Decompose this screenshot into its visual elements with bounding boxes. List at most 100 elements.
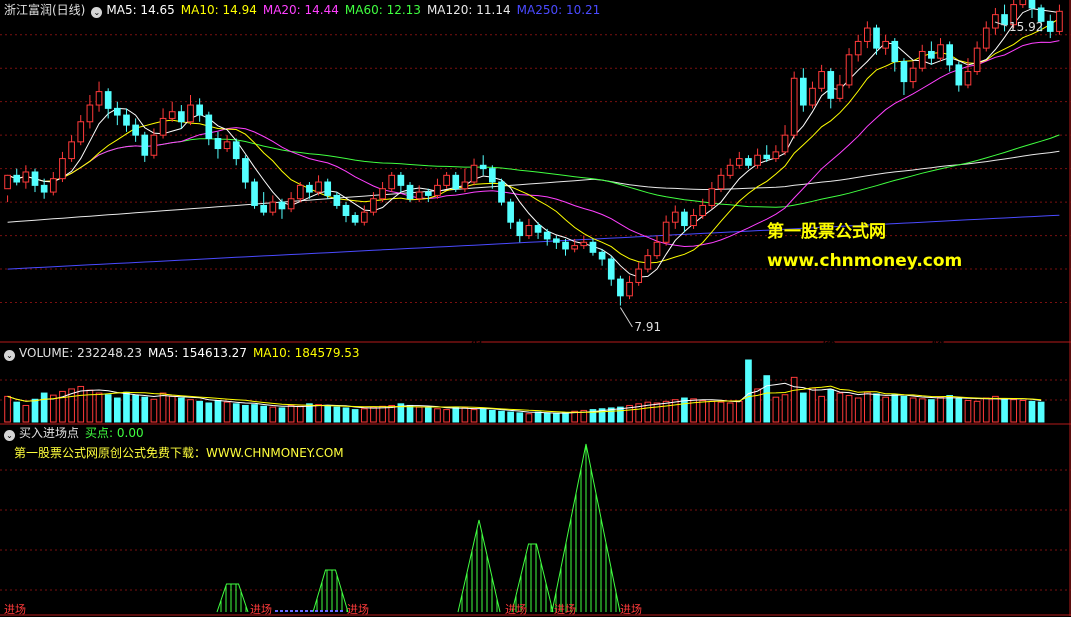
candle — [799, 77, 807, 106]
candle — [918, 50, 926, 69]
volume-bar — [516, 412, 524, 423]
volume-bar — [827, 389, 835, 423]
volume-bar — [415, 406, 423, 423]
candle — [836, 84, 844, 99]
collapse-icon[interactable]: ⌄ — [4, 430, 15, 441]
candle — [790, 77, 798, 136]
volume-bar — [818, 395, 825, 423]
candle — [287, 198, 295, 210]
candle — [754, 154, 761, 166]
indicator-panel-header: ⌄ 买入进场点 买点: 0.00 — [4, 425, 150, 441]
candle — [644, 255, 652, 270]
candle — [68, 141, 75, 160]
candle — [690, 214, 697, 227]
candle — [763, 154, 771, 160]
candle — [498, 181, 505, 203]
volume-bar — [982, 397, 990, 423]
candle — [534, 225, 542, 233]
volume-bar — [150, 398, 158, 423]
candle — [306, 184, 313, 193]
event-marker[interactable]: 減 — [932, 329, 944, 346]
volume-bar — [662, 400, 670, 423]
candle — [296, 184, 304, 200]
volume-bar — [562, 412, 569, 423]
volume-bar — [159, 392, 167, 423]
candle — [424, 191, 432, 196]
volume-bar — [205, 402, 213, 423]
volume-bar — [461, 407, 469, 423]
candle — [187, 104, 194, 123]
volume-bar — [424, 407, 432, 423]
volume-bar — [360, 408, 368, 423]
volume-bar — [278, 407, 286, 423]
volume-value: VOLUME: 232248.23 — [19, 346, 142, 360]
volume-bar — [992, 395, 999, 423]
candle — [168, 111, 176, 119]
volume-bar — [763, 375, 771, 423]
volume-bar — [900, 395, 908, 423]
candle — [507, 201, 514, 223]
low-label: 7.91 — [634, 320, 661, 334]
volume-bar — [525, 413, 533, 423]
candle — [489, 168, 496, 183]
volume-bar — [726, 402, 734, 423]
candle — [379, 188, 386, 200]
event-marker[interactable]: 涨 — [823, 329, 835, 346]
candle — [516, 221, 524, 237]
indicator-note: 第一股票公式网原创公式免费下载：WWW.CHNMONEY.COM — [14, 446, 344, 460]
candle — [360, 211, 368, 223]
candle — [315, 181, 322, 193]
watermark-cn: 第一股票公式网 — [767, 222, 886, 242]
candle — [1028, 0, 1036, 9]
candle — [818, 71, 825, 89]
candle — [113, 107, 121, 116]
volume-bar — [891, 394, 899, 423]
volume-bar — [882, 396, 889, 423]
volume-bar — [370, 406, 377, 423]
volume-bar — [214, 400, 222, 423]
volume-bar — [333, 406, 341, 423]
collapse-icon[interactable]: ⌄ — [4, 350, 15, 361]
entry-label: 进场 — [4, 603, 26, 616]
candle — [31, 171, 39, 186]
candle — [671, 211, 679, 223]
candle — [132, 124, 139, 136]
candle — [370, 198, 377, 213]
candle — [123, 114, 130, 126]
event-marker[interactable]: 财 — [471, 329, 483, 346]
event-marker[interactable]: $ — [852, 329, 859, 340]
candle — [214, 138, 222, 150]
candle — [443, 174, 450, 186]
volume-panel-header: ⌄ VOLUME: 232248.23 MA5: 154613.27 MA10: 18… — [4, 345, 366, 361]
candle — [452, 174, 460, 190]
entry-label: 进场 — [505, 603, 527, 616]
candle — [543, 231, 551, 240]
candle — [1056, 10, 1063, 32]
candle — [964, 71, 972, 86]
low-pointer — [619, 307, 633, 328]
volume-bar — [232, 403, 240, 423]
collapse-icon[interactable]: ⌄ — [91, 7, 103, 18]
candle — [150, 134, 158, 156]
candle — [342, 204, 350, 216]
candle — [946, 44, 954, 66]
volume-bar — [754, 388, 761, 423]
volume-bar — [452, 406, 460, 423]
volume-bar — [928, 399, 935, 423]
volume-bar — [507, 411, 514, 423]
volume-bar — [854, 397, 862, 423]
candle — [251, 181, 258, 206]
volume-ma5: MA5: 154613.27 — [148, 346, 247, 360]
candle — [434, 184, 441, 196]
candle — [589, 241, 597, 253]
candle — [662, 221, 670, 243]
volume-bar — [543, 412, 551, 423]
volume-bar — [178, 397, 185, 423]
volume-bar — [1019, 400, 1027, 423]
candle — [909, 67, 917, 83]
volume-bar — [31, 398, 39, 423]
candle — [928, 50, 935, 59]
stock-chart[interactable]: 15.92 7.91 — [0, 0, 1071, 616]
candle — [77, 121, 85, 143]
volume-bar — [955, 397, 963, 423]
